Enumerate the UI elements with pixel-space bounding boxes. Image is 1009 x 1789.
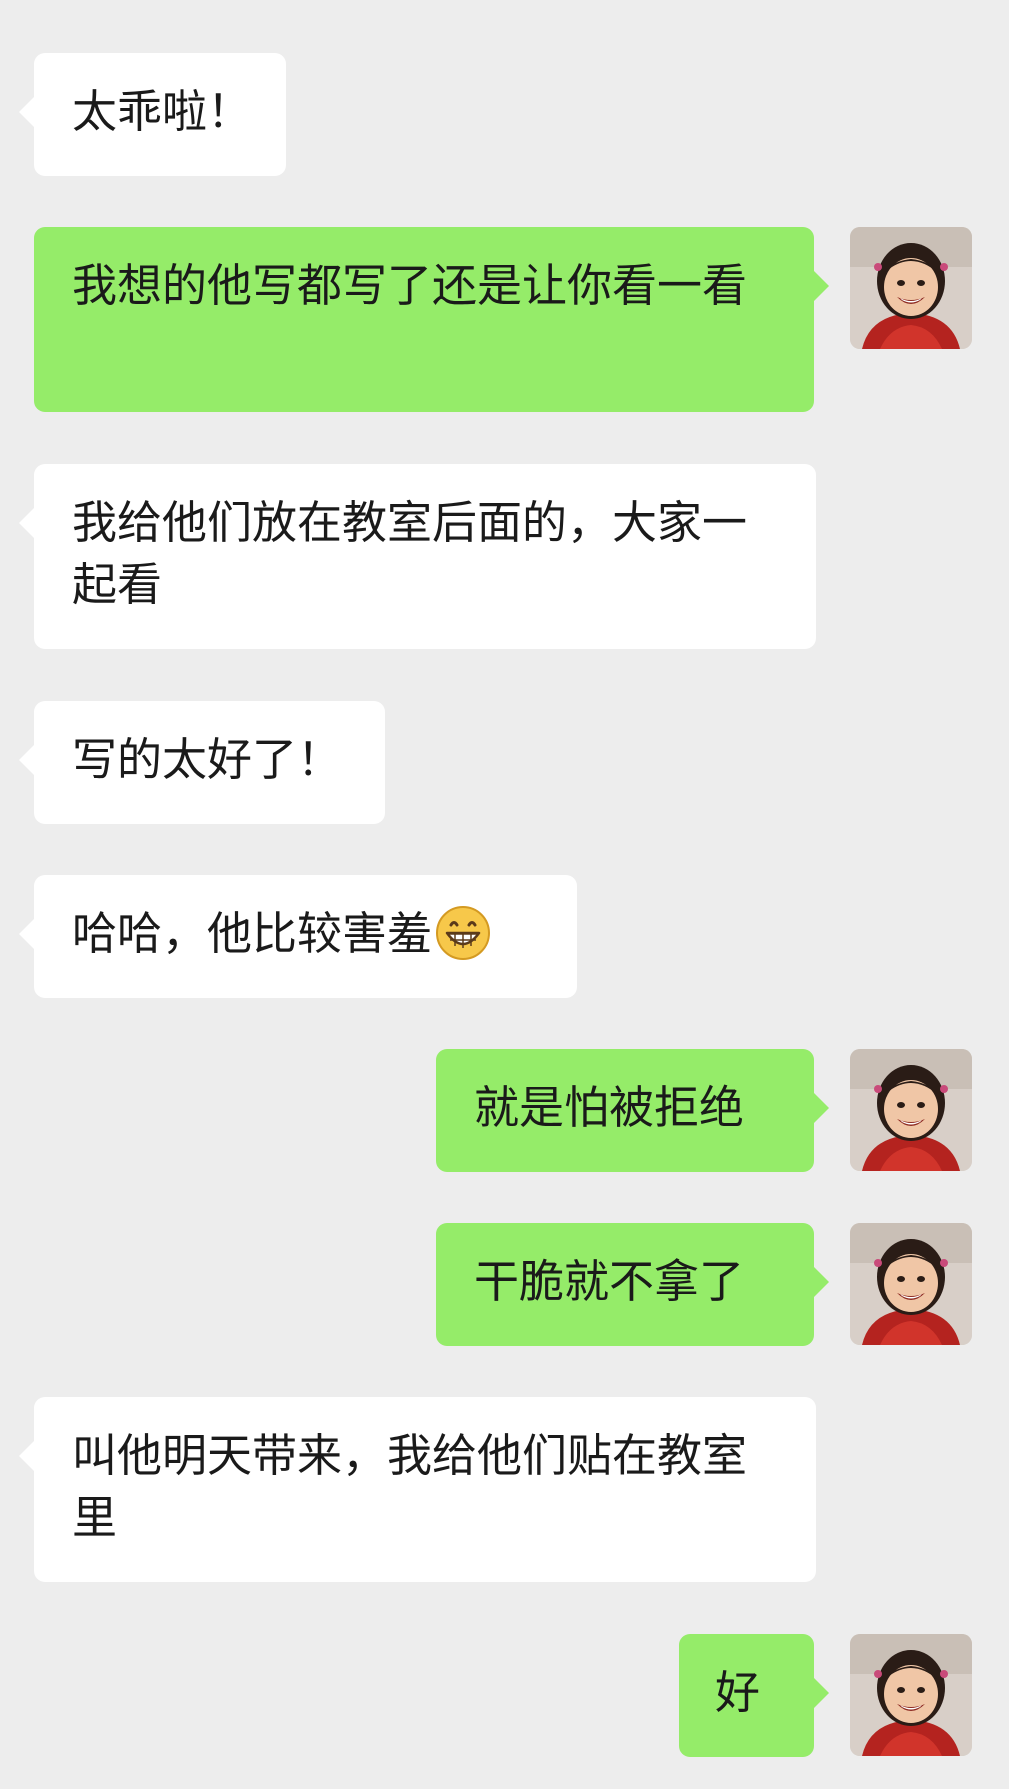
grinning-face-emoji-icon xyxy=(434,903,492,961)
message-bubble-outgoing[interactable]: 就是怕被拒绝 xyxy=(436,1049,829,1172)
message-text: 我给他们放在教室后面的，大家一起看 xyxy=(72,496,748,611)
user-avatar[interactable] xyxy=(850,1049,972,1171)
message-text: 写的太好了！ xyxy=(72,733,343,786)
message-text: 叫他明天带来，我给他们贴在教室里 xyxy=(72,1429,748,1544)
message-text: 干脆就不拿了 xyxy=(474,1255,745,1308)
user-avatar[interactable] xyxy=(850,1223,972,1345)
message-bubble-incoming[interactable]: 太乖啦！ xyxy=(19,53,286,176)
chat-message-list[interactable]: 太乖啦！ 我想的他写都写了还是让你看一看 我给他们放在教室后面的，大家一起看 写… xyxy=(0,0,1009,1789)
message-text: 我想的他写都写了还是让你看一看 xyxy=(72,259,748,312)
message-bubble-incoming[interactable]: 写的太好了！ xyxy=(19,701,385,824)
child-photo-avatar-icon xyxy=(850,1049,972,1171)
message-bubble-incoming[interactable]: 我给他们放在教室后面的，大家一起看 xyxy=(19,464,816,649)
child-photo-avatar-icon xyxy=(850,1634,972,1756)
message-bubble-outgoing[interactable]: 干脆就不拿了 xyxy=(436,1223,829,1346)
message-bubble-incoming[interactable]: 哈哈，他比较害羞 xyxy=(19,875,577,998)
user-avatar[interactable] xyxy=(850,1634,972,1756)
message-bubble-incoming[interactable]: 叫他明天带来，我给他们贴在教室里 xyxy=(19,1397,816,1582)
message-text: 哈哈，他比较害羞 xyxy=(72,907,433,960)
message-text: 太乖啦！ xyxy=(72,85,253,138)
message-bubble-outgoing[interactable]: 好 xyxy=(679,1634,829,1757)
child-photo-avatar-icon xyxy=(850,1223,972,1345)
message-text: 好 xyxy=(715,1666,761,1719)
message-bubble-outgoing[interactable]: 我想的他写都写了还是让你看一看 xyxy=(34,227,829,412)
child-photo-avatar-icon xyxy=(850,227,972,349)
user-avatar[interactable] xyxy=(850,227,972,349)
message-text: 就是怕被拒绝 xyxy=(474,1081,745,1134)
